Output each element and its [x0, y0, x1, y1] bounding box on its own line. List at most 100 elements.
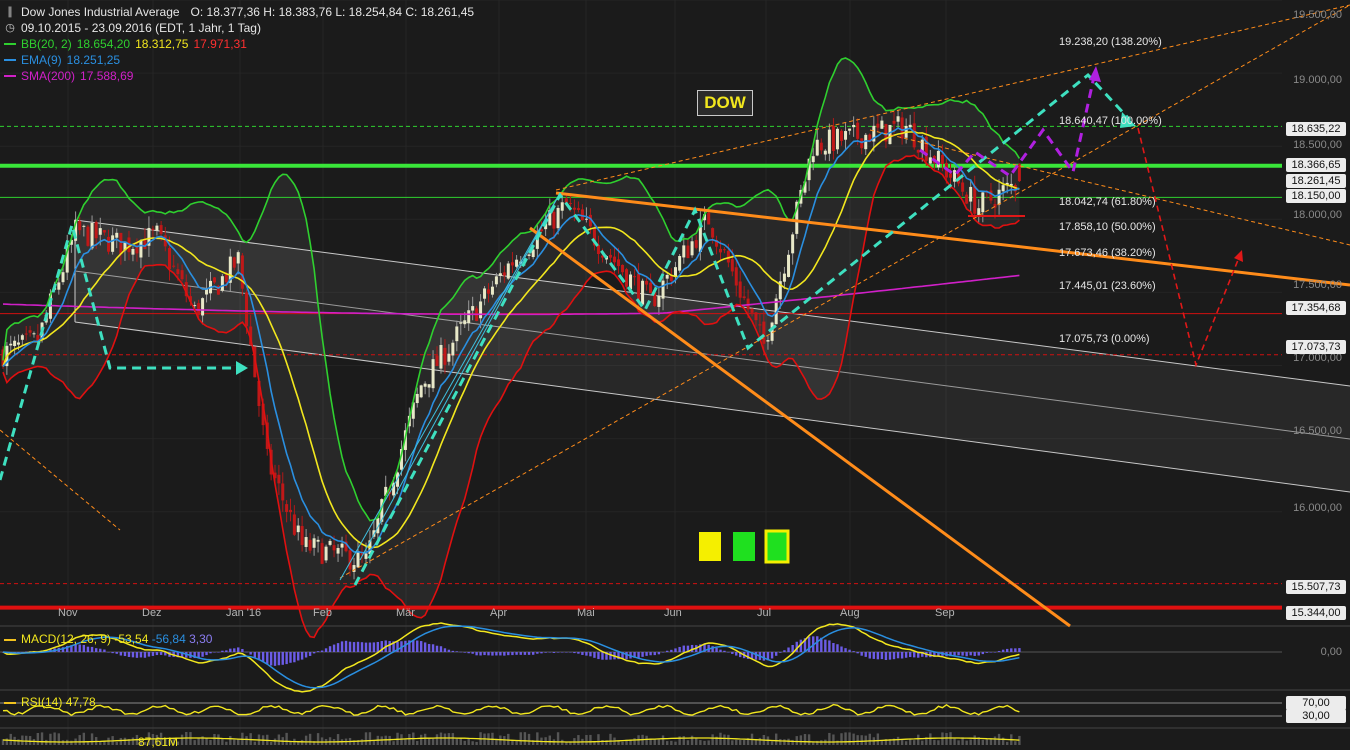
macd-hist-bar	[412, 640, 415, 652]
candle-body	[16, 342, 20, 345]
volume-bar	[682, 736, 685, 745]
candle-body	[880, 120, 884, 129]
candle-body	[758, 324, 762, 326]
volume-bar	[536, 732, 539, 745]
volume-bar	[443, 733, 447, 745]
volume-bar	[316, 733, 320, 745]
macd-hist-bar	[107, 652, 110, 653]
candle-body	[201, 298, 205, 316]
macd-hist-bar	[770, 652, 774, 659]
legend-ema-row[interactable]: EMA(9) 18.251,25	[4, 52, 474, 68]
macd-v1: -53,54	[114, 632, 149, 646]
volume-bar	[245, 736, 248, 745]
macd-hist-bar	[977, 652, 980, 656]
candle-body	[726, 250, 730, 263]
chart-type-icon[interactable]: ∥	[4, 4, 16, 20]
volume-bar	[783, 739, 786, 745]
volume-bar	[727, 734, 730, 745]
price-tag: 18.635,22	[1286, 122, 1346, 136]
volume-bar	[856, 735, 859, 745]
macd-hist-bar	[139, 652, 143, 658]
macd-hist-bar	[913, 652, 916, 658]
macd-hist-bar	[678, 646, 681, 652]
candle-body	[328, 540, 332, 545]
macd-hist-bar	[499, 652, 502, 656]
candle-body	[665, 274, 669, 279]
candle-body	[900, 117, 904, 139]
volume-bar	[237, 739, 240, 745]
volume-bar	[921, 740, 924, 745]
volume-bar	[57, 733, 61, 745]
macd-hist-bar	[649, 652, 652, 656]
candle-body	[20, 335, 24, 340]
candle-body	[443, 347, 447, 365]
volume-bar	[609, 733, 612, 745]
macd-legend[interactable]: MACD(12, 26, 9) -53,54 -56,84 3,30	[4, 632, 212, 646]
legend-sma-row[interactable]: SMA(200) 17.588,69	[4, 68, 474, 84]
candle-body	[296, 525, 300, 533]
candle-body	[312, 538, 316, 548]
volume-bar	[9, 733, 12, 745]
candle-body	[738, 281, 742, 298]
macd-hist-bar	[289, 652, 292, 663]
candle-body	[300, 526, 304, 545]
candle-body	[90, 222, 94, 249]
candle-body	[928, 157, 932, 164]
volume-bar	[969, 739, 972, 745]
candle-body	[682, 245, 686, 258]
volume-bar	[807, 734, 811, 745]
volume-bar	[519, 732, 522, 745]
rsi-value: 47,78	[65, 695, 96, 709]
volume-bar	[53, 732, 56, 745]
volume-bar	[929, 733, 932, 745]
volume-bar	[515, 740, 518, 745]
rsi-legend[interactable]: RSI(14) 47,78	[4, 695, 96, 709]
chart-legend: ∥ Dow Jones Industrial Average O: 18.377…	[4, 4, 474, 84]
candle-body	[527, 254, 531, 256]
volume-bar	[803, 734, 807, 745]
volume-bar	[864, 735, 867, 745]
macd-hist-bar	[791, 644, 794, 652]
candle-body	[750, 308, 754, 313]
macd-hist-bar	[511, 652, 514, 656]
legend-bb-row[interactable]: BB(20, 2) 18.654,20 18.312,75 17.971,31	[4, 36, 474, 52]
volume-bar	[447, 733, 451, 745]
macd-hist-bar	[123, 652, 127, 657]
candle-body	[316, 539, 320, 542]
candle-body	[876, 123, 880, 128]
macd-hist-bar	[989, 652, 993, 653]
candle-body	[82, 225, 86, 227]
macd-hist-bar	[762, 652, 766, 661]
candle-body	[78, 221, 82, 231]
fib-label: 17.673,46 (38.20%)	[1059, 247, 1156, 259]
volume-bar	[690, 735, 694, 745]
ema-value: 18.251,25	[66, 53, 121, 67]
volume-bar	[981, 739, 985, 745]
macd-hist-bar	[864, 652, 867, 657]
macd-hist-bar	[344, 640, 348, 652]
macd-hist-bar	[119, 652, 123, 656]
volume-bar	[739, 739, 742, 745]
volume-bar	[645, 735, 648, 745]
macd-hist-bar	[682, 645, 685, 652]
candle-body	[977, 208, 981, 215]
volume-bar	[852, 733, 855, 745]
volume-bar	[707, 740, 710, 745]
month-label: Apr	[490, 607, 508, 619]
macd-hist-bar	[665, 650, 669, 652]
candle-body	[997, 189, 1001, 205]
macd-hist-bar	[336, 643, 340, 652]
candle-body	[502, 272, 506, 276]
volume-bar	[735, 739, 738, 745]
candle-body	[811, 156, 815, 163]
macd-hist-bar	[507, 652, 510, 656]
candle-body	[28, 330, 32, 333]
volume-bar	[213, 734, 216, 745]
candle-body	[844, 131, 848, 140]
price-tick: 16.500,00	[1293, 425, 1342, 437]
macd-hist-bar	[82, 644, 86, 652]
bb-swatch-icon	[4, 43, 16, 45]
candle-body	[839, 130, 843, 141]
volume-bar	[368, 732, 372, 745]
month-label: Nov	[58, 607, 78, 619]
